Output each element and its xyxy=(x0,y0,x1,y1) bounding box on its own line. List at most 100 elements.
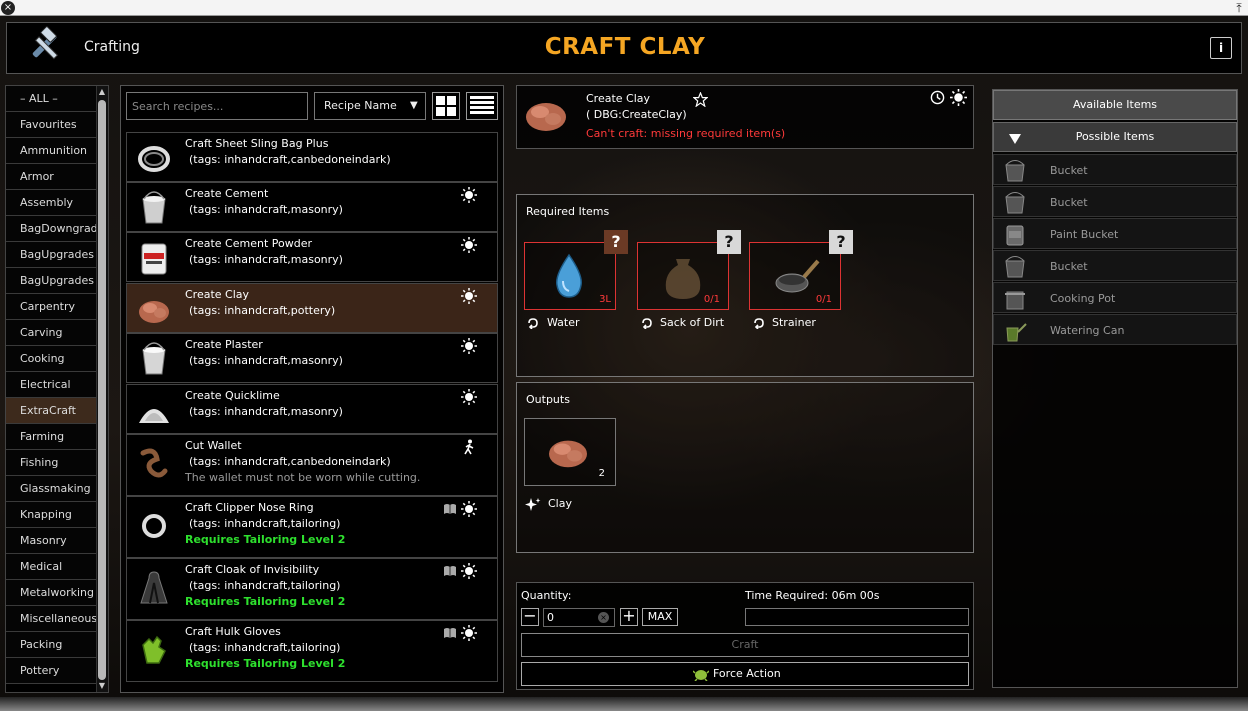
category-carving[interactable]: Carving xyxy=(6,320,102,346)
recipe-row-clipper-nose-ring[interactable]: Craft Clipper Nose Ring (tags: inhandcra… xyxy=(126,496,498,558)
category-glassmaking[interactable]: Glassmaking xyxy=(6,476,102,502)
quantity-increase-button[interactable]: + xyxy=(620,608,638,626)
recipe-row-hulk-gloves[interactable]: Craft Hulk Gloves (tags: inhandcraft,tai… xyxy=(126,620,498,682)
category-pottery[interactable]: Pottery xyxy=(6,658,102,684)
required-count: 0/1 xyxy=(703,294,720,305)
category-ammunition[interactable]: Ammunition xyxy=(6,138,102,164)
output-slot-clay[interactable]: 2 xyxy=(524,418,616,486)
close-icon[interactable]: × xyxy=(1,1,15,15)
required-slot-sack-of-dirt[interactable]: 0/1 xyxy=(637,242,729,310)
possible-items-tab[interactable]: Possible Items xyxy=(993,122,1237,152)
required-slot-strainer[interactable]: 0/1 xyxy=(749,242,841,310)
possible-item-bucket[interactable]: Bucket xyxy=(993,250,1237,281)
category-bagdowngrades[interactable]: BagDowngrades xyxy=(6,216,102,242)
recipe-row-cement-powder[interactable]: Create Cement Powder (tags: inhandcraft,… xyxy=(126,232,498,282)
info-icon[interactable]: i xyxy=(1210,37,1232,59)
sun-icon xyxy=(461,389,477,405)
category-masonry[interactable]: Masonry xyxy=(6,528,102,554)
quantity-decrease-button[interactable]: − xyxy=(521,608,539,626)
sun-icon xyxy=(461,237,477,253)
category-scroll-thumb[interactable] xyxy=(98,100,106,680)
recipe-row-create-cement[interactable]: Create Cement (tags: inhandcraft,masonry… xyxy=(126,182,498,232)
cycle-arrow-icon[interactable] xyxy=(641,317,653,329)
list-icon xyxy=(470,96,494,114)
category-cooking[interactable]: Cooking xyxy=(6,346,102,372)
favourite-star-icon[interactable] xyxy=(693,92,708,107)
possible-item-bucket[interactable]: Bucket xyxy=(993,154,1237,185)
recipe-row-cut-wallet[interactable]: Cut Wallet (tags: inhandcraft,canbedonei… xyxy=(126,434,498,496)
cycle-arrow-icon[interactable] xyxy=(753,317,765,329)
quicklime-icon xyxy=(139,409,169,423)
search-input[interactable] xyxy=(126,92,308,120)
category-metalworking[interactable]: Metalworking xyxy=(6,580,102,606)
category-medical[interactable]: Medical xyxy=(6,554,102,580)
force-action-label: Force Action xyxy=(713,667,781,680)
possible-item-cooking-pot[interactable]: Cooking Pot xyxy=(993,282,1237,313)
clay-icon xyxy=(139,301,169,323)
possible-item-label: Watering Can xyxy=(1050,324,1125,337)
craft-button[interactable]: Craft xyxy=(521,633,969,657)
recipe-name: Cut Wallet xyxy=(185,439,242,452)
force-action-button[interactable]: Force Action xyxy=(521,662,969,686)
required-slot-water[interactable]: 3L xyxy=(524,242,616,310)
required-label-strainer: Strainer xyxy=(772,316,816,329)
category-all[interactable]: – ALL – xyxy=(6,86,102,112)
required-items-title: Required Items xyxy=(526,205,610,218)
watering-can-icon xyxy=(1006,323,1027,342)
recipe-name: Create Plaster xyxy=(185,338,263,351)
possible-item-bucket[interactable]: Bucket xyxy=(993,186,1237,217)
bucket-icon xyxy=(1005,192,1025,214)
category-miscellaneous[interactable]: Miscellaneous xyxy=(6,606,102,632)
required-label-water: Water xyxy=(547,316,580,329)
chevron-down-icon: ▼ xyxy=(410,100,418,111)
category-farming[interactable]: Farming xyxy=(6,424,102,450)
recipe-row-create-quicklime[interactable]: Create Quicklime (tags: inhandcraft,maso… xyxy=(126,384,498,434)
category-favourites[interactable]: Favourites xyxy=(6,112,102,138)
category-extracraft[interactable]: ExtraCraft xyxy=(6,398,102,424)
grid-view-button[interactable] xyxy=(432,92,460,120)
max-quantity-button[interactable]: MAX xyxy=(642,608,678,626)
question-mark-icon[interactable]: ? xyxy=(604,230,628,254)
recipe-row-create-clay[interactable]: Create Clay (tags: inhandcraft,pottery) xyxy=(126,283,498,333)
recipe-row-create-plaster[interactable]: Create Plaster (tags: inhandcraft,masonr… xyxy=(126,333,498,383)
recipe-name: Create Cement Powder xyxy=(185,237,312,250)
recipe-tags: (tags: inhandcraft,canbedoneindark) xyxy=(189,153,391,166)
recipe-tags: (tags: inhandcraft,pottery) xyxy=(189,304,336,317)
wallet-icon xyxy=(140,448,168,478)
category-knapping[interactable]: Knapping xyxy=(6,502,102,528)
category-bagupgrades-2[interactable]: BagUpgrades ( xyxy=(6,268,102,294)
possible-item-label: Bucket xyxy=(1050,196,1088,209)
output-count: 2 xyxy=(598,468,605,479)
recipe-tags: (tags: inhandcraft,canbedoneindark) xyxy=(189,455,391,468)
pin-icon[interactable]: ⤒ xyxy=(1232,1,1246,15)
paint-bucket-icon xyxy=(1006,225,1024,246)
question-mark-icon[interactable]: ? xyxy=(717,230,741,254)
category-assembly[interactable]: Assembly xyxy=(6,190,102,216)
category-armor[interactable]: Armor xyxy=(6,164,102,190)
sling-bag-icon xyxy=(138,146,170,172)
category-packing[interactable]: Packing xyxy=(6,632,102,658)
sparkle-icon xyxy=(525,498,541,511)
scroll-up-icon[interactable]: ▲ xyxy=(97,87,107,97)
list-view-button[interactable] xyxy=(466,92,498,120)
required-label-sack-of-dirt: Sack of Dirt xyxy=(660,316,725,329)
category-bagupgrades-1[interactable]: BagUpgrades ( xyxy=(6,242,102,268)
recipe-tags: (tags: inhandcraft,masonry) xyxy=(189,354,343,367)
page-title: CRAFT CLAY xyxy=(544,34,706,60)
water-drop-icon xyxy=(556,253,582,298)
possible-item-label: Bucket xyxy=(1050,260,1088,273)
category-fishing[interactable]: Fishing xyxy=(6,450,102,476)
bucket-icon xyxy=(1005,256,1025,278)
question-mark-icon[interactable]: ? xyxy=(829,230,853,254)
clear-icon[interactable]: × xyxy=(598,612,609,623)
category-electrical[interactable]: Electrical xyxy=(6,372,102,398)
scroll-down-icon[interactable]: ▼ xyxy=(97,681,107,691)
recipe-row-cloak-invisibility[interactable]: Craft Cloak of Invisibility (tags: inhan… xyxy=(126,558,498,620)
recipe-tags: (tags: inhandcraft,masonry) xyxy=(189,253,343,266)
available-items-tab[interactable]: Available Items xyxy=(993,90,1237,120)
category-carpentry[interactable]: Carpentry xyxy=(6,294,102,320)
possible-item-paint-bucket[interactable]: Paint Bucket xyxy=(993,218,1237,249)
recipe-row-sheet-sling-bag[interactable]: Craft Sheet Sling Bag Plus (tags: inhand… xyxy=(126,132,498,182)
possible-item-watering-can[interactable]: Watering Can xyxy=(993,314,1237,345)
cycle-arrow-icon[interactable] xyxy=(527,317,539,329)
